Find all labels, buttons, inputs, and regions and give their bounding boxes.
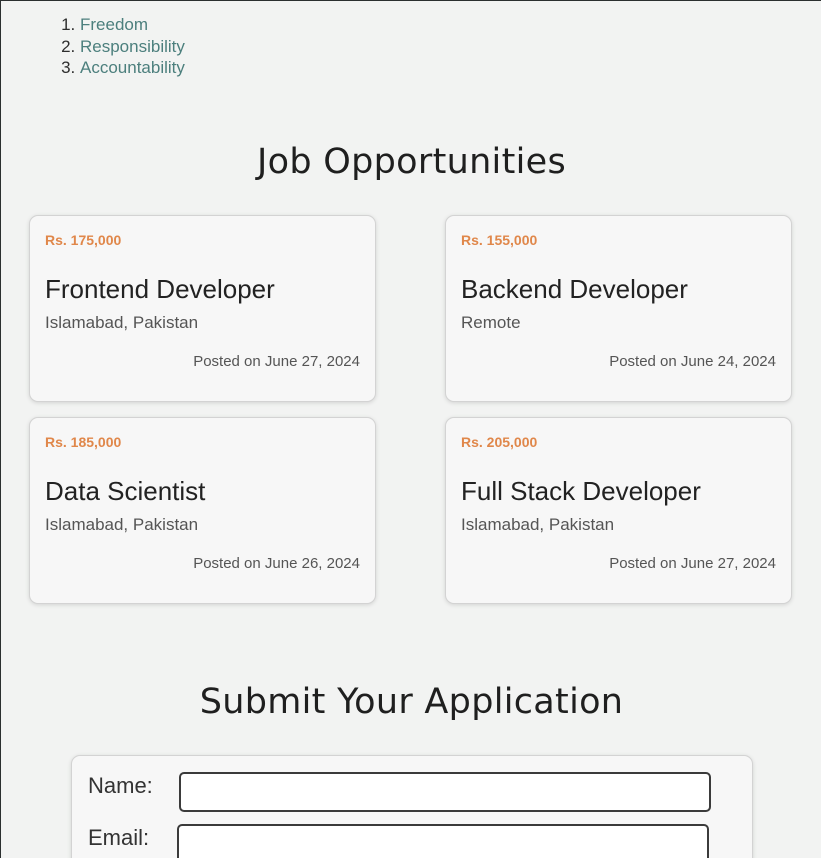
job-card-data-scientist[interactable]: Rs. 185,000 Data Scientist Islamabad, Pa… <box>29 417 376 604</box>
job-title: Data Scientist <box>45 476 206 506</box>
job-posted-date: Posted on June 26, 2024 <box>193 555 360 572</box>
value-item: Responsibility <box>80 36 185 58</box>
job-salary: Rs. 185,000 <box>45 434 122 450</box>
job-posted-date: Posted on June 27, 2024 <box>193 353 360 370</box>
email-input[interactable] <box>177 824 709 858</box>
value-item: Freedom <box>80 14 185 36</box>
value-item: Accountability <box>80 57 185 79</box>
job-posted-date: Posted on June 24, 2024 <box>609 353 776 370</box>
application-form: Name: Email: <box>71 755 753 858</box>
job-card-backend-developer[interactable]: Rs. 155,000 Backend Developer Remote Pos… <box>445 215 792 402</box>
job-location: Islamabad, Pakistan <box>45 313 199 332</box>
job-salary: Rs. 205,000 <box>461 434 538 450</box>
company-values-list: Freedom Responsibility Accountability <box>59 14 185 79</box>
job-posted-date: Posted on June 27, 2024 <box>609 555 776 572</box>
value-link-freedom[interactable]: Freedom <box>80 15 148 34</box>
job-location: Islamabad, Pakistan <box>461 515 615 534</box>
job-title: Frontend Developer <box>45 274 275 304</box>
job-location: Remote <box>461 313 521 332</box>
value-link-accountability[interactable]: Accountability <box>80 58 185 77</box>
job-location: Islamabad, Pakistan <box>45 515 199 534</box>
application-section-title: Submit Your Application <box>199 682 624 722</box>
job-salary: Rs. 155,000 <box>461 232 538 248</box>
value-link-responsibility[interactable]: Responsibility <box>80 37 185 56</box>
job-title: Full Stack Developer <box>461 476 701 506</box>
job-card-frontend-developer[interactable]: Rs. 175,000 Frontend Developer Islamabad… <box>29 215 376 402</box>
job-title: Backend Developer <box>461 274 688 304</box>
name-input[interactable] <box>179 772 711 812</box>
name-label: Name: <box>88 773 153 798</box>
jobs-section-title: Job Opportunities <box>257 142 566 182</box>
email-label: Email: <box>88 825 150 850</box>
job-card-full-stack-developer[interactable]: Rs. 205,000 Full Stack Developer Islamab… <box>445 417 792 604</box>
job-salary: Rs. 175,000 <box>45 232 122 248</box>
